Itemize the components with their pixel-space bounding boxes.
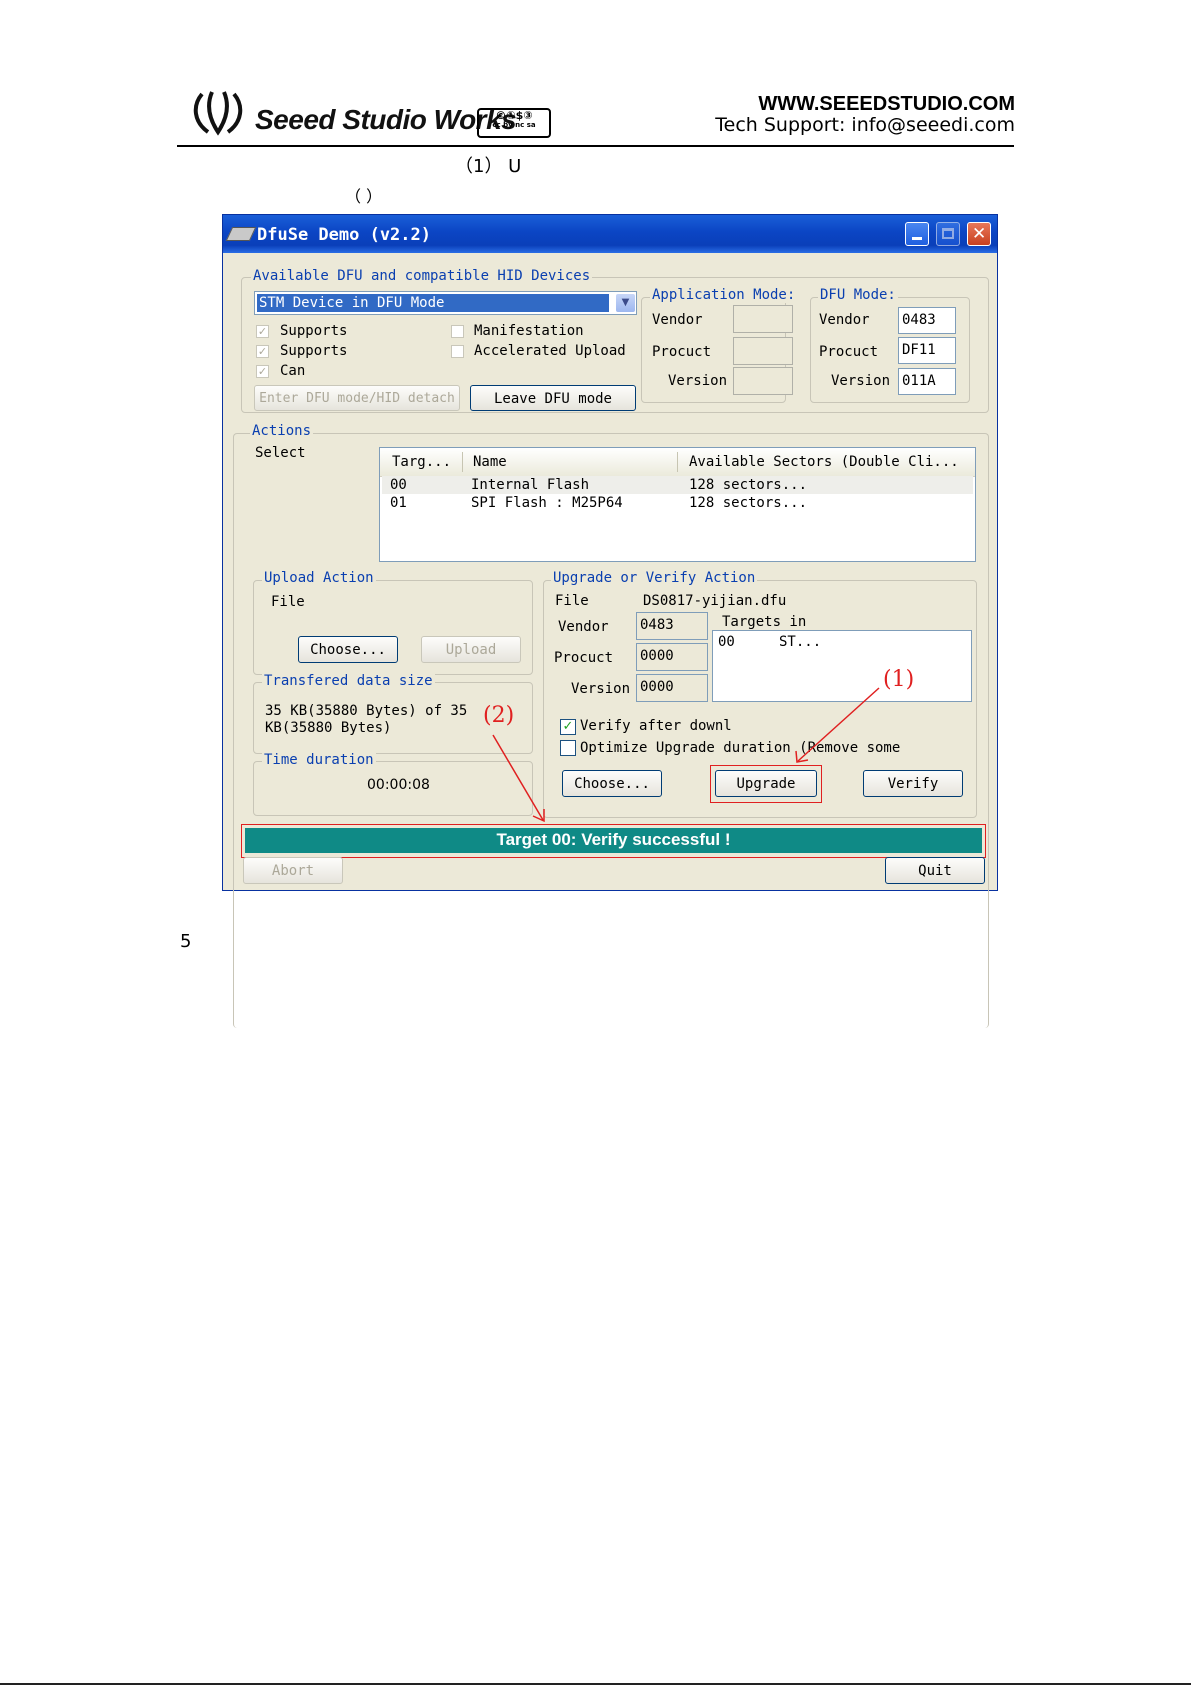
paren-text: （ ） (345, 187, 383, 206)
license-badge: ©①$③ cc by nc sa (477, 108, 551, 138)
tech-support: Tech Support: info@seeedi.com (715, 114, 1015, 136)
dfuse-window: DfuSe Demo (v2.2) ✕ Available DFU and co… (222, 214, 998, 1028)
website-url[interactable]: WWW.SEEEDSTUDIO.COM (758, 93, 1015, 116)
annotation-arrows (492, 687, 880, 823)
seeed-logo-icon (188, 88, 248, 136)
header-divider (177, 145, 1014, 147)
license-badge-text: cc by nc sa (492, 121, 536, 129)
cc-icon: ©①$③ (495, 109, 533, 122)
step-heading: （1） U (455, 156, 522, 177)
section-number: 5 (180, 931, 192, 952)
